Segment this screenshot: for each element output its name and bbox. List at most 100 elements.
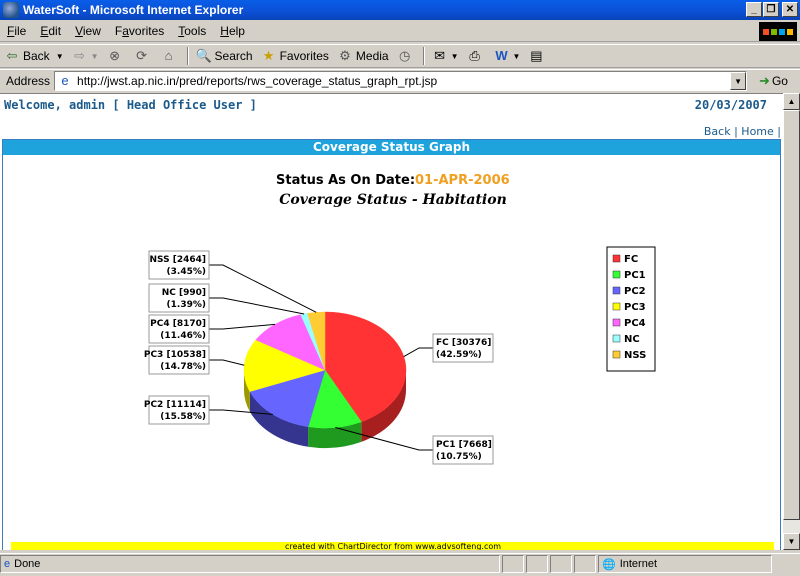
done-page-icon: e — [4, 558, 11, 570]
slice-label-pc3: PC3 [10538] — [144, 350, 206, 360]
address-label: Address — [6, 74, 51, 88]
status-panel-empty — [550, 555, 572, 573]
report-panel: Coverage Status Graph Status As On Date:… — [2, 139, 781, 550]
refresh-icon: ⟳ — [136, 48, 147, 63]
back-button[interactable]: ⇦ Back ▼ — [0, 45, 68, 67]
scroll-thumb[interactable] — [783, 110, 800, 520]
zone-panel: 🌐 Internet — [598, 555, 772, 573]
scroll-up-icon[interactable]: ▲ — [783, 93, 800, 110]
welcome-text: Welcome, admin [ Head Office User ] — [4, 98, 257, 112]
link-separator: | — [734, 125, 738, 138]
print-icon: ⎙ — [469, 48, 480, 63]
credit-text: created with ChartDirector from www.advs… — [285, 542, 501, 550]
menu-bar: File Edit View Favorites Tools Help — [0, 21, 800, 42]
back-dropdown-icon[interactable]: ▼ — [56, 52, 64, 61]
leader-line-pc4 — [209, 323, 276, 330]
browser-window: WaterSoft - Microsoft Internet Explorer … — [0, 0, 800, 576]
media-button[interactable]: ⚙ Media — [333, 45, 393, 67]
pie-group — [243, 311, 407, 448]
home-icon: ⌂ — [164, 48, 173, 63]
globe-icon: 🌐 — [602, 558, 616, 571]
home-button[interactable]: ⌂ — [157, 45, 184, 67]
vertical-scrollbar[interactable]: ▲ ▼ — [783, 93, 800, 550]
history-button[interactable]: ◷ — [393, 45, 420, 67]
menu-favorites[interactable]: Favorites — [108, 24, 171, 38]
search-button[interactable]: 🔍 Search — [192, 45, 257, 67]
legend-swatch-fc — [612, 254, 621, 263]
back-arrow-icon: ⇦ — [6, 48, 18, 63]
edit-dropdown-icon[interactable]: ▼ — [513, 52, 521, 61]
window-controls: _ ❐ ✕ — [746, 2, 798, 17]
legend-label-pc1: PC1 — [624, 270, 646, 281]
legend-swatch-pc3 — [612, 302, 621, 311]
status-date: 01-APR-2006 — [415, 173, 510, 188]
standard-toolbar: ⇦ Back ▼ ⇨ ▼ ⊗ ⟳ ⌂ 🔍 Search ★ Favorites … — [0, 44, 800, 68]
slice-label-pc1: (10.75%) — [436, 452, 482, 462]
minimize-button[interactable]: _ — [746, 2, 762, 17]
coverage-pie-chart: Status As On Date: 01-APR-2006 Coverage … — [11, 173, 774, 550]
menu-tools[interactable]: Tools — [171, 24, 213, 38]
back-link[interactable]: Back — [704, 125, 731, 138]
leader-line-nc — [209, 297, 305, 315]
status-panel-empty — [526, 555, 548, 573]
status-panel: e Done — [0, 555, 500, 573]
slice-label-pc2: (15.58%) — [160, 412, 206, 422]
legend-label-pc3: PC3 — [624, 302, 646, 313]
edit-button[interactable]: W ▼ — [490, 45, 525, 67]
address-input[interactable]: e http://jwst.ap.nic.in/pred/reports/rws… — [54, 71, 748, 91]
home-link[interactable]: Home — [741, 125, 773, 138]
maximize-button[interactable]: ❐ — [763, 2, 779, 17]
slice-label-pc2: PC2 [11114] — [144, 400, 206, 410]
media-label: Media — [355, 49, 389, 63]
toolbar-separator — [422, 47, 425, 65]
scroll-down-icon[interactable]: ▼ — [783, 533, 800, 550]
window-title: WaterSoft - Microsoft Internet Explorer — [23, 3, 244, 17]
legend-label-nc: NC — [624, 334, 640, 345]
menu-file[interactable]: File — [0, 24, 33, 38]
legend-swatch-pc1 — [612, 270, 621, 279]
legend-swatch-pc2 — [612, 286, 621, 295]
word-edit-icon: W — [495, 48, 508, 63]
status-panel-empty — [502, 555, 524, 573]
slice-label-nss: (3.45%) — [167, 267, 206, 277]
zone-text: Internet — [619, 558, 658, 570]
refresh-button[interactable]: ⟳ — [130, 45, 157, 67]
leader-line-pc3 — [209, 359, 245, 366]
favorites-button[interactable]: ★ Favorites — [257, 45, 333, 67]
windows-logo-icon — [759, 22, 797, 41]
status-label: Status As On Date: — [276, 173, 415, 188]
ie-app-icon[interactable] — [3, 2, 19, 18]
slice-label-fc: FC [30376] — [436, 338, 491, 348]
forward-button[interactable]: ⇨ ▼ — [68, 45, 103, 67]
forward-arrow-icon: ⇨ — [74, 48, 86, 63]
favorites-label: Favorites — [279, 49, 329, 63]
media-icon: ⚙ — [339, 48, 351, 63]
forward-dropdown-icon[interactable]: ▼ — [91, 52, 99, 61]
legend-label-pc4: PC4 — [624, 318, 646, 329]
toolbar-separator — [186, 47, 189, 65]
menu-edit[interactable]: Edit — [33, 24, 68, 38]
mail-button[interactable]: ✉ ▼ — [428, 45, 463, 67]
menu-view[interactable]: View — [68, 24, 108, 38]
legend-label-pc2: PC2 — [624, 286, 646, 297]
address-url: http://jwst.ap.nic.in/pred/reports/rws_c… — [77, 74, 438, 88]
slice-label-nc: NC [990] — [162, 288, 206, 298]
mail-dropdown-icon[interactable]: ▼ — [451, 52, 459, 61]
go-button[interactable]: ➜ Go — [759, 73, 788, 89]
status-text: Done — [14, 558, 41, 570]
slice-label-pc4: PC4 [8170] — [150, 319, 206, 329]
mail-icon: ✉ — [434, 48, 446, 63]
current-date: 20/03/2007 — [694, 98, 767, 112]
slice-label-nc: (1.39%) — [167, 300, 206, 310]
title-bar[interactable]: WaterSoft - Microsoft Internet Explorer … — [0, 0, 800, 20]
discuss-button[interactable]: ▤ — [524, 45, 551, 67]
page-icon: e — [61, 73, 69, 88]
address-dropdown-icon[interactable]: ▼ — [730, 72, 747, 90]
legend-swatch-nss — [612, 350, 621, 359]
close-button[interactable]: ✕ — [782, 2, 798, 17]
legend-swatch-pc4 — [612, 318, 621, 327]
menu-help[interactable]: Help — [213, 24, 252, 38]
go-arrow-icon: ➜ — [759, 73, 770, 88]
print-button[interactable]: ⎙ — [463, 45, 490, 67]
stop-button[interactable]: ⊗ — [103, 45, 130, 67]
